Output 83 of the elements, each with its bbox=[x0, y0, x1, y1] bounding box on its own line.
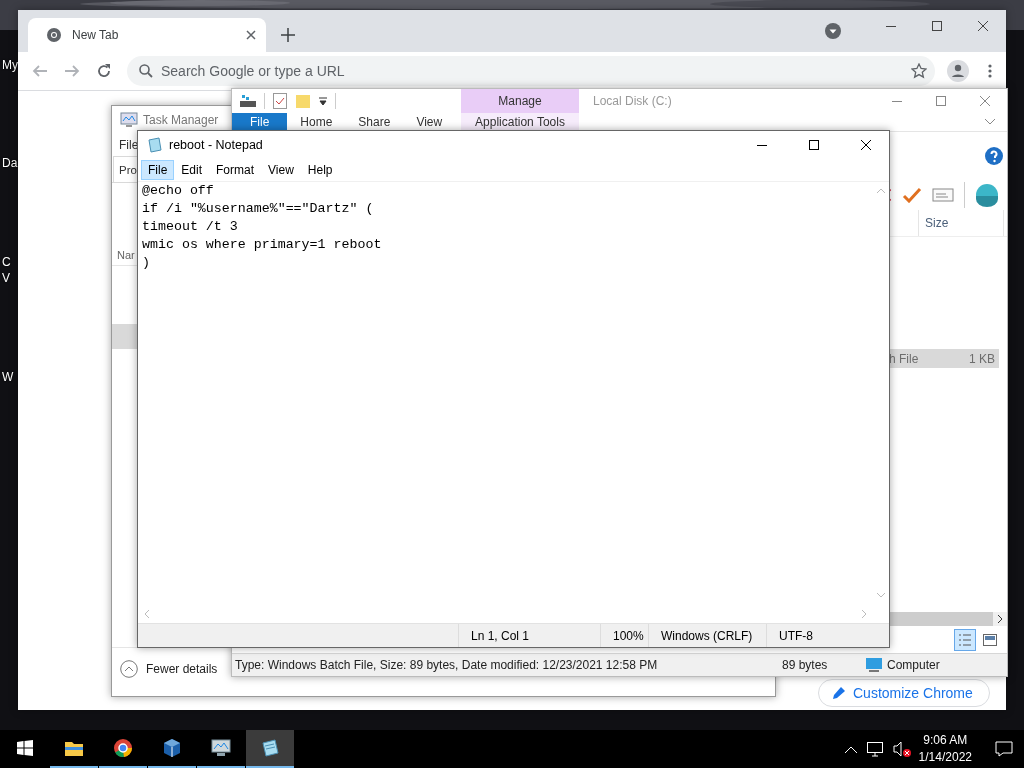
monitor-icon bbox=[120, 112, 138, 128]
menu-item[interactable]: View bbox=[261, 160, 301, 180]
fewer-details-link[interactable]: Fewer details bbox=[146, 662, 218, 676]
menu-item[interactable]: File bbox=[119, 138, 139, 152]
status-text: UTF-8 bbox=[766, 624, 889, 647]
volume-muted-icon[interactable] bbox=[892, 741, 911, 757]
chevron-down-icon[interactable] bbox=[985, 119, 995, 125]
menu-item[interactable]: File bbox=[141, 160, 175, 180]
checklist-icon[interactable] bbox=[273, 93, 287, 109]
star-icon[interactable] bbox=[911, 63, 927, 79]
notepad-icon bbox=[147, 137, 163, 153]
ribbon-tab[interactable]: Home bbox=[287, 113, 346, 131]
ribbon-tab[interactable]: File bbox=[232, 113, 288, 131]
code-line: timeout /t 3 bbox=[142, 218, 239, 236]
minimize-icon[interactable] bbox=[757, 144, 767, 146]
file-row[interactable]: h File 1 KB bbox=[887, 349, 999, 368]
network-icon[interactable] bbox=[866, 741, 883, 757]
chevron-up-icon[interactable] bbox=[844, 745, 857, 753]
code-line: ) bbox=[142, 254, 151, 272]
address-bar[interactable]: Search Google or type a URL bbox=[127, 56, 935, 86]
code-line: if /i "%username%"=="Dartz" ( bbox=[142, 200, 375, 218]
windows-logo-icon bbox=[17, 740, 33, 756]
ribbon-tab[interactable]: View bbox=[403, 113, 456, 131]
window-title: Local Disk (C:) bbox=[593, 94, 672, 108]
collapse-icon[interactable] bbox=[120, 660, 138, 678]
desktop-icon-label: C bbox=[2, 255, 11, 269]
status-text: 100% bbox=[600, 624, 648, 647]
minimize-icon[interactable] bbox=[886, 25, 896, 27]
search-icon bbox=[139, 64, 153, 78]
computer-icon bbox=[866, 658, 882, 672]
close-icon[interactable] bbox=[861, 140, 871, 150]
desktop-icon-label: V bbox=[2, 271, 10, 285]
cube-icon bbox=[162, 738, 182, 758]
menu-icon[interactable] bbox=[988, 64, 992, 78]
list-icon bbox=[958, 632, 972, 647]
details-view-button[interactable] bbox=[954, 628, 976, 651]
notification-icon[interactable] bbox=[995, 741, 1013, 757]
monitor-icon bbox=[210, 738, 232, 758]
dropdown-icon[interactable] bbox=[319, 97, 327, 105]
status-text: Type: Windows Batch File, Size: 89 bytes, Date modified: 12/23/2021 12:58 PM bbox=[234, 658, 659, 672]
help-icon[interactable] bbox=[985, 147, 1003, 165]
menu-item[interactable]: Help bbox=[300, 160, 340, 180]
menu-item[interactable]: Edit bbox=[174, 160, 210, 180]
notepad-icon bbox=[260, 738, 280, 758]
menu-item[interactable]: Format bbox=[209, 160, 262, 180]
profile-icon[interactable] bbox=[947, 60, 969, 82]
browser-tab[interactable]: New Tab bbox=[28, 18, 266, 52]
image-icon bbox=[983, 633, 997, 646]
ribbon-tab[interactable]: Application Tools bbox=[461, 113, 579, 131]
status-text: Ln 1, Col 1 bbox=[458, 624, 600, 647]
globe-icon[interactable] bbox=[975, 183, 999, 207]
close-icon[interactable] bbox=[978, 21, 988, 31]
folder-icon bbox=[64, 739, 84, 757]
ribbon-tab[interactable]: Share bbox=[345, 113, 404, 131]
browser-icon bbox=[113, 738, 133, 758]
scroll-right-icon[interactable] bbox=[997, 615, 1003, 623]
status-text: Windows (CRLF) bbox=[648, 624, 766, 647]
maximize-icon[interactable] bbox=[932, 21, 942, 31]
status-text: Computer bbox=[887, 658, 940, 672]
column-header[interactable]: Nar bbox=[117, 249, 135, 261]
new-tab-icon[interactable] bbox=[281, 28, 295, 42]
chrome-logo-icon bbox=[46, 27, 62, 43]
drive-icon[interactable] bbox=[240, 95, 256, 107]
maximize-icon[interactable] bbox=[809, 140, 819, 150]
checkmark-icon[interactable] bbox=[902, 187, 922, 203]
window-title: Task Manager bbox=[143, 113, 219, 127]
status-text: 89 bytes bbox=[782, 658, 829, 672]
pencil-icon bbox=[833, 687, 845, 699]
taskbar-app[interactable] bbox=[246, 730, 294, 768]
desktop-icon-label: Da bbox=[2, 156, 18, 170]
customize-button[interactable]: Customize Chrome bbox=[818, 679, 990, 707]
desktop-icon-label: W bbox=[2, 370, 14, 384]
contextual-tab-group: Manage bbox=[461, 89, 579, 113]
desktop-icon-label: My bbox=[2, 58, 18, 72]
window-title: reboot - Notepad bbox=[169, 138, 263, 152]
reload-icon[interactable] bbox=[96, 63, 112, 79]
clock[interactable]: 9:06 AM 1/14/2022 bbox=[918, 732, 972, 766]
close-icon[interactable] bbox=[246, 30, 256, 40]
dropdown-icon[interactable] bbox=[825, 23, 841, 39]
column-header[interactable]: Size bbox=[918, 210, 1004, 236]
code-line: @echo off bbox=[142, 182, 215, 200]
code-line: wmic os where primary=1 reboot bbox=[142, 236, 383, 254]
address-field[interactable]: Search Google or type a URL bbox=[161, 63, 661, 79]
